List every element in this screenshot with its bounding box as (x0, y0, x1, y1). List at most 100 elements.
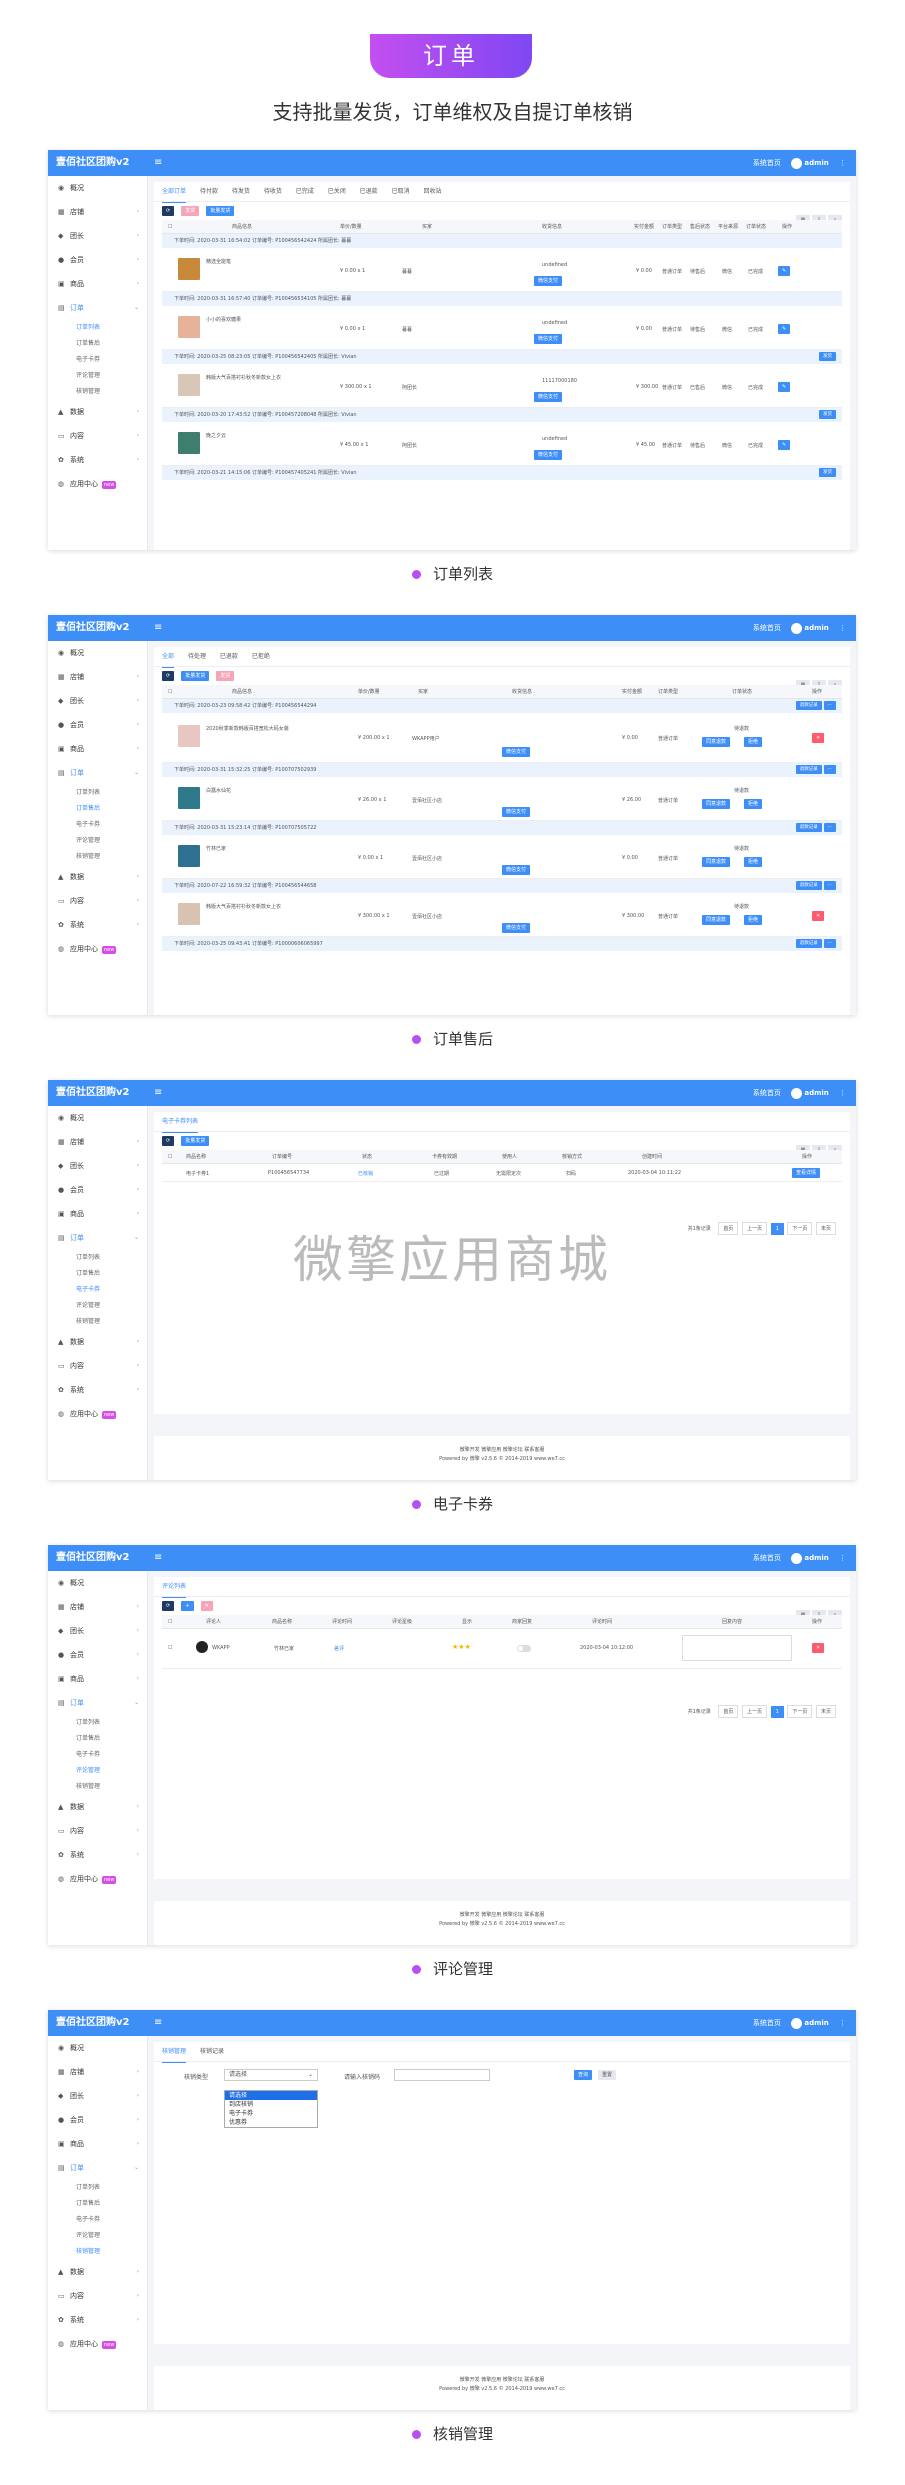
delete-button[interactable]: ✕ (200, 1601, 213, 1611)
tab-all[interactable]: 全部 (162, 647, 175, 668)
sidebar-sub-verify[interactable]: 核销管理 (48, 2244, 147, 2260)
tab-all-orders[interactable]: 全部订单 (162, 182, 187, 203)
sidebar-item-member[interactable]: ● 会员 › (48, 248, 147, 272)
sidebar-item-content[interactable]: ▭ 内容 › (48, 1354, 147, 1378)
app-brand[interactable]: 壹佰社区团购v2 (56, 150, 129, 176)
home-link[interactable]: 系统首页 (753, 1554, 781, 1562)
sidebar-item-leader[interactable]: ◆ 团长 › (48, 1619, 147, 1643)
sidebar-sub-order-list[interactable]: 订单列表 (48, 320, 147, 336)
sidebar-item-data[interactable]: ▲ 数据 › (48, 865, 147, 889)
agree-refund-button[interactable]: 同意退款 (702, 737, 731, 747)
sidebar-item-member[interactable]: ● 会员 › (48, 2108, 147, 2132)
sidebar-item-orders[interactable]: ▤ 订单 ⌄ (48, 2156, 147, 2180)
sidebar-sub-coupon[interactable]: 电子卡券 (48, 2212, 147, 2228)
more-button[interactable]: ··· (823, 823, 836, 832)
dropdown-option[interactable]: 到店核销 (225, 2100, 317, 2109)
sidebar-sub-comment[interactable]: 评论管理 (48, 1763, 147, 1779)
select-all-checkbox[interactable]: ☐ (168, 1150, 172, 1164)
sidebar-sub-order-list[interactable]: 订单列表 (48, 2180, 147, 2196)
ship-order-button[interactable]: 发货 (819, 410, 836, 419)
batch-ship-button[interactable]: 批量发货 (181, 671, 210, 681)
sidebar-item-data[interactable]: ▲ 数据 › (48, 1330, 147, 1354)
sidebar-item-overview[interactable]: ◉ 概况 (48, 1571, 147, 1595)
verify-type-select[interactable]: 请选择 ⌄ (224, 2069, 318, 2081)
sidebar-sub-verify[interactable]: 核销管理 (48, 1779, 147, 1795)
sidebar-item-shop[interactable]: ▦ 店铺 › (48, 2060, 147, 2084)
sidebar-item-leader[interactable]: ◆ 团长 › (48, 2084, 147, 2108)
ship-button[interactable]: 发货 (216, 671, 235, 681)
edit-icon[interactable]: ✎ (778, 324, 791, 334)
search-button[interactable]: 查询 (574, 2070, 593, 2080)
tab-pending-ship[interactable]: 待发货 (232, 182, 250, 202)
more-icon[interactable]: ⋮ (839, 159, 846, 167)
menu-toggle-icon[interactable]: ≡ (154, 1080, 162, 1106)
refresh-button[interactable]: ⟳ (162, 206, 175, 216)
more-button[interactable]: ··· (823, 881, 836, 890)
sidebar-sub-verify[interactable]: 核销管理 (48, 849, 147, 865)
sidebar-item-member[interactable]: ● 会员 › (48, 1643, 147, 1667)
tab-refunded[interactable]: 已退款 (360, 182, 378, 202)
menu-toggle-icon[interactable]: ≡ (154, 1545, 162, 1571)
refuse-refund-button[interactable]: 拒绝 (744, 915, 763, 925)
sidebar-item-shop[interactable]: ▦ 店铺 › (48, 1595, 147, 1619)
app-brand[interactable]: 壹佰社区团购v2 (56, 615, 129, 641)
more-button[interactable]: ··· (823, 939, 836, 948)
refresh-button[interactable]: ⟳ (162, 671, 175, 681)
sidebar-item-shop[interactable]: ▦ 店铺 › (48, 200, 147, 224)
sidebar-sub-comment[interactable]: 评论管理 (48, 1298, 147, 1314)
app-brand[interactable]: 壹佰社区团购v2 (56, 1545, 129, 1571)
delete-icon[interactable]: ✕ (812, 911, 825, 921)
batch-ship-button[interactable]: 批量发货 (206, 206, 235, 216)
sidebar-sub-aftersale[interactable]: 订单售后 (48, 1731, 147, 1747)
row-checkbox[interactable]: ☐ (168, 1645, 172, 1651)
tab-pending[interactable]: 待处理 (188, 647, 206, 667)
refuse-refund-button[interactable]: 拒绝 (744, 737, 763, 747)
sidebar-item-data[interactable]: ▲ 数据 › (48, 400, 147, 424)
sidebar-item-system[interactable]: ✿ 系统 › (48, 913, 147, 937)
refuse-refund-button[interactable]: 拒绝 (744, 857, 763, 867)
delete-icon[interactable]: ✕ (812, 1643, 825, 1653)
sidebar-sub-coupon[interactable]: 电子卡券 (48, 1747, 147, 1763)
app-brand[interactable]: 壹佰社区团购v2 (56, 2010, 129, 2036)
refund-log-button[interactable]: 退款记录 (795, 881, 822, 890)
last-page-button[interactable]: 末页 (815, 1705, 836, 1718)
user-menu[interactable]: admin (791, 157, 829, 169)
dropdown-option[interactable]: 电子卡券 (225, 2109, 317, 2118)
tab-cancelled[interactable]: 已取消 (392, 182, 410, 202)
reset-button[interactable]: 重置 (598, 2070, 617, 2080)
tab-coupon-list[interactable]: 电子卡券列表 (162, 1112, 199, 1133)
sidebar-sub-comment[interactable]: 评论管理 (48, 833, 147, 849)
refuse-refund-button[interactable]: 拒绝 (744, 799, 763, 809)
sidebar-sub-comment[interactable]: 评论管理 (48, 2228, 147, 2244)
tab-closed[interactable]: 已关闭 (328, 182, 346, 202)
select-all-checkbox[interactable]: ☐ (168, 685, 172, 699)
sidebar-item-leader[interactable]: ◆ 团长 › (48, 1154, 147, 1178)
sidebar-sub-aftersale[interactable]: 订单售后 (48, 2196, 147, 2212)
tab-verify[interactable]: 核销管理 (162, 2042, 187, 2063)
agree-refund-button[interactable]: 同意退款 (702, 915, 731, 925)
more-icon[interactable]: ⋮ (839, 1089, 846, 1097)
user-menu[interactable]: admin (791, 622, 829, 634)
refresh-button[interactable]: ⟳ (162, 1136, 175, 1146)
sidebar-item-system[interactable]: ✿ 系统 › (48, 1843, 147, 1867)
tab-verify-log[interactable]: 核销记录 (200, 2042, 224, 2062)
ship-order-button[interactable]: 发货 (819, 468, 836, 477)
first-page-button[interactable]: 首页 (718, 1705, 739, 1718)
view-detail-button[interactable]: 查看详情 (792, 1168, 821, 1178)
reply-textarea[interactable] (682, 1635, 792, 1661)
sidebar-item-goods[interactable]: ▣ 商品 › (48, 2132, 147, 2156)
menu-toggle-icon[interactable]: ≡ (154, 150, 162, 176)
edit-icon[interactable]: ✎ (778, 266, 791, 276)
sidebar-item-orders[interactable]: ▤ 订单 ⌄ (48, 1691, 147, 1715)
sidebar-sub-coupon[interactable]: 电子卡券 (48, 817, 147, 833)
dropdown-option[interactable]: 优惠券 (225, 2118, 317, 2127)
sidebar-item-overview[interactable]: ◉ 概况 (48, 1106, 147, 1130)
sidebar-item-orders[interactable]: ▤ 订单 ⌄ (48, 296, 147, 320)
sidebar-item-overview[interactable]: ◉ 概况 (48, 641, 147, 665)
sidebar-item-shop[interactable]: ▦ 店铺 › (48, 1130, 147, 1154)
more-icon[interactable]: ⋮ (839, 624, 846, 632)
agree-refund-button[interactable]: 同意退款 (702, 857, 731, 867)
more-icon[interactable]: ⋮ (839, 1554, 846, 1562)
tab-refused[interactable]: 已拒绝 (252, 647, 270, 667)
tab-recycle[interactable]: 回收站 (424, 182, 442, 202)
